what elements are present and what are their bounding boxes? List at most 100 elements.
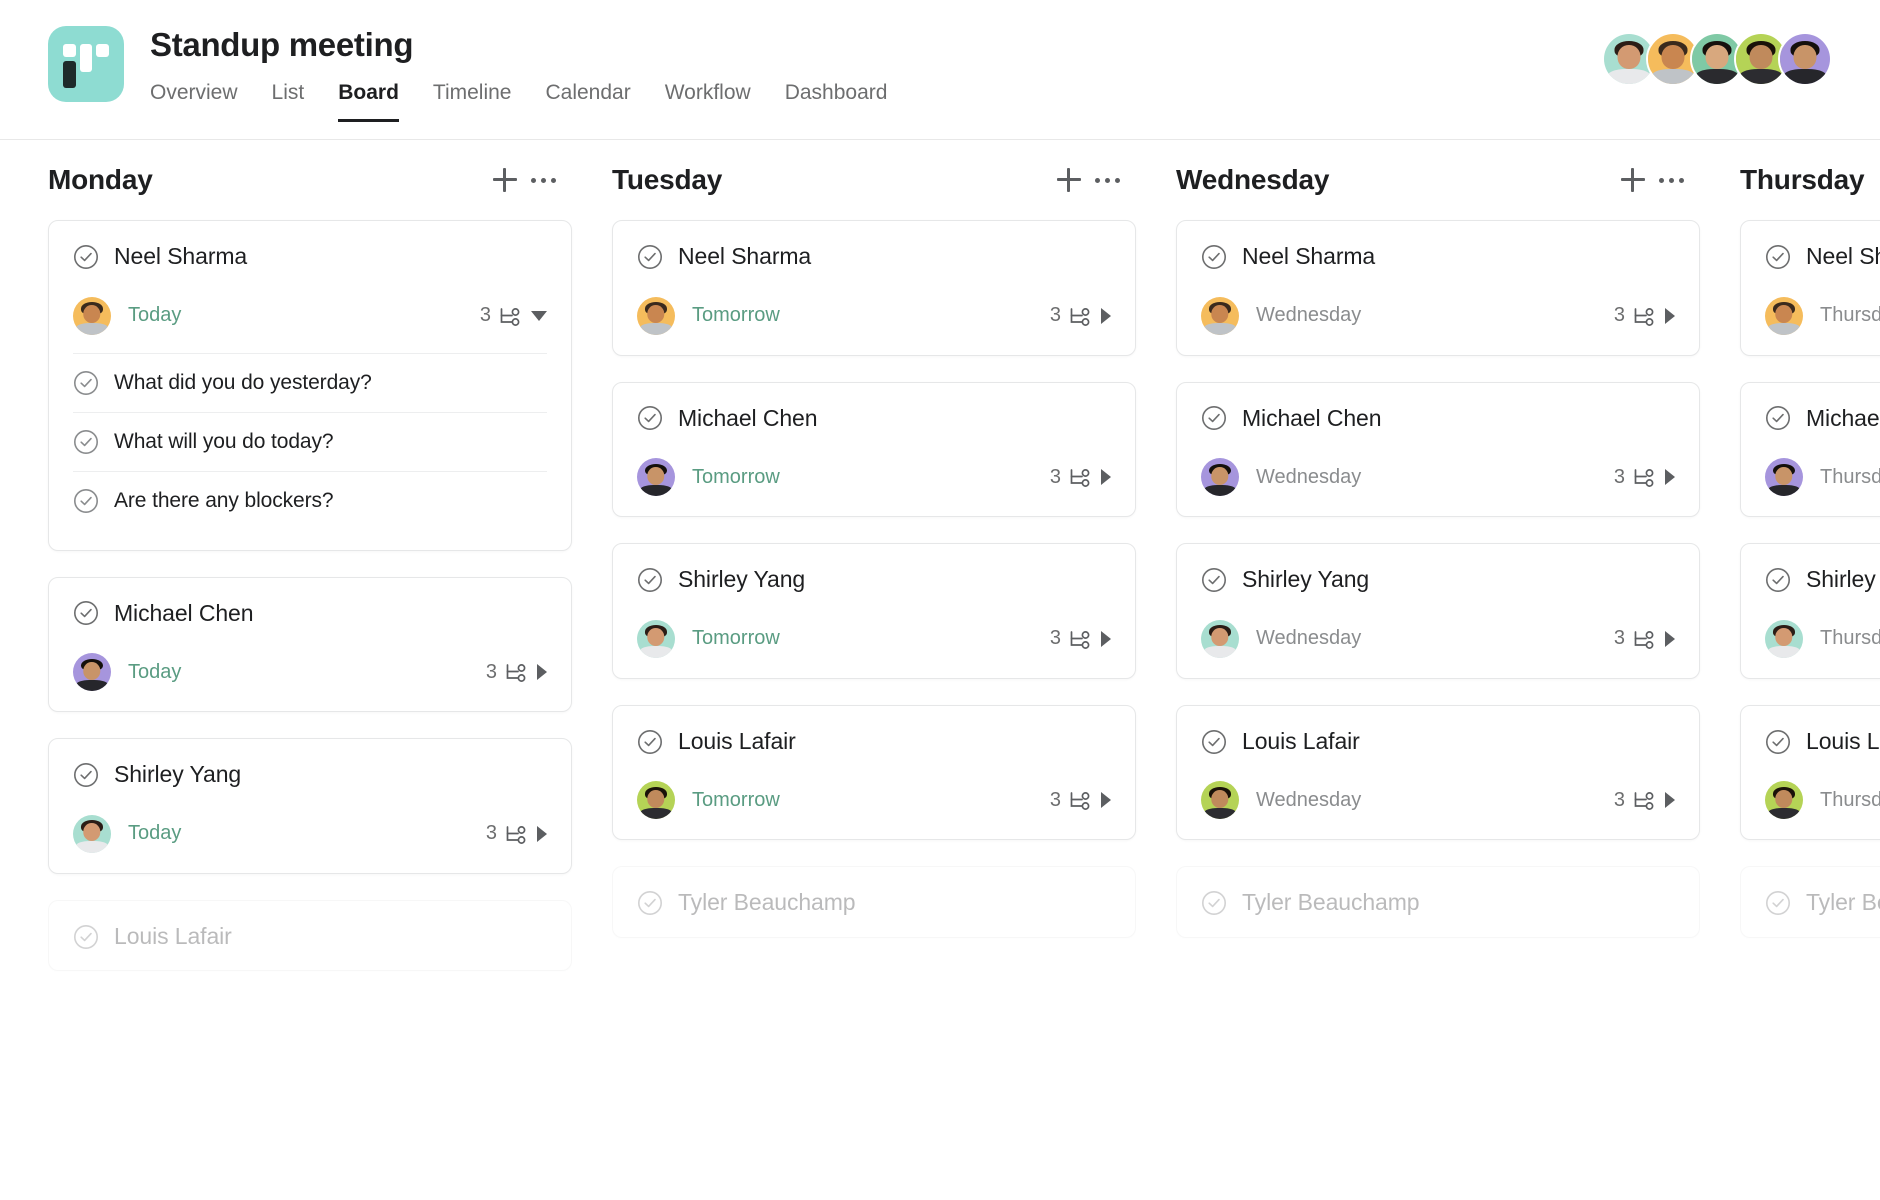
chevron-right-icon[interactable] [1665, 307, 1675, 324]
assignee-avatar[interactable] [1201, 781, 1239, 820]
subtask-summary[interactable]: 3 [1050, 627, 1111, 650]
assignee-avatar[interactable] [637, 458, 675, 497]
complete-task-icon[interactable] [637, 890, 663, 916]
subtask-summary[interactable]: 3 [480, 304, 547, 327]
tab-board[interactable]: Board [338, 77, 399, 122]
task-card[interactable]: Michael Chen Wednesday 3 [1176, 381, 1700, 518]
due-date[interactable]: Thursday [1820, 466, 1880, 489]
complete-task-icon[interactable] [637, 405, 663, 431]
task-card[interactable]: Neel Sharma Thursday3 [1740, 220, 1880, 356]
complete-task-icon[interactable] [1201, 405, 1227, 431]
due-date[interactable]: Tomorrow [692, 304, 780, 327]
task-card[interactable]: Michael Chen Today 3 [48, 576, 572, 713]
due-date[interactable]: Tomorrow [692, 466, 780, 489]
due-date[interactable]: Thursday [1820, 789, 1880, 812]
due-date[interactable]: Wednesday [1256, 627, 1361, 650]
chevron-right-icon[interactable] [1665, 469, 1675, 486]
chevron-right-icon[interactable] [1665, 630, 1675, 647]
task-card[interactable]: Louis Lafair [48, 899, 572, 972]
assignee-avatar[interactable] [637, 781, 675, 820]
add-task-button[interactable] [1614, 161, 1652, 199]
subtask-summary[interactable]: 3 [1614, 789, 1675, 812]
complete-task-icon[interactable] [1765, 729, 1791, 755]
subtask-summary[interactable]: 3 [1050, 304, 1111, 327]
tab-workflow[interactable]: Workflow [665, 77, 751, 122]
complete-task-icon[interactable] [73, 600, 99, 626]
task-card[interactable]: Shirley Yang Wednesday 3 [1176, 543, 1700, 679]
assignee-avatar[interactable] [637, 619, 675, 658]
subtask-row[interactable]: What did you do yesterday? [73, 352, 547, 412]
assignee-avatar[interactable] [637, 296, 675, 335]
due-date[interactable]: Today [128, 661, 181, 684]
due-date[interactable]: Wednesday [1256, 789, 1361, 812]
column-options-button[interactable] [524, 161, 562, 199]
complete-task-icon[interactable] [1201, 729, 1227, 755]
tab-overview[interactable]: Overview [150, 77, 238, 122]
tab-dashboard[interactable]: Dashboard [785, 77, 888, 122]
add-task-button[interactable] [486, 161, 524, 199]
subtask-summary[interactable]: 3 [1614, 304, 1675, 327]
due-date[interactable]: Wednesday [1256, 466, 1361, 489]
chevron-right-icon[interactable] [1101, 630, 1111, 647]
due-date[interactable]: Today [128, 822, 181, 845]
subtask-row[interactable]: Are there any blockers? [73, 470, 547, 530]
assignee-avatar[interactable] [1765, 458, 1803, 497]
task-card[interactable]: Michael Chen Tomorrow 3 [612, 381, 1136, 518]
task-card[interactable]: Neel Sharma Tomorrow 3 [612, 220, 1136, 356]
complete-task-icon[interactable] [1765, 567, 1791, 593]
assignee-avatar[interactable] [1765, 781, 1803, 820]
assignee-avatar[interactable] [1765, 296, 1803, 335]
complete-task-icon[interactable] [637, 567, 663, 593]
subtask-summary[interactable]: 3 [486, 822, 547, 845]
assignee-avatar[interactable] [73, 296, 111, 335]
complete-task-icon[interactable] [73, 370, 99, 396]
complete-task-icon[interactable] [73, 244, 99, 270]
avatar[interactable] [1778, 32, 1832, 86]
complete-task-icon[interactable] [1765, 405, 1791, 431]
subtask-summary[interactable]: 3 [1050, 466, 1111, 489]
complete-task-icon[interactable] [1201, 244, 1227, 270]
subtask-summary[interactable]: 3 [1614, 627, 1675, 650]
subtask-summary[interactable]: 3 [1050, 789, 1111, 812]
due-date[interactable]: Thursday [1820, 627, 1880, 650]
chevron-right-icon[interactable] [1101, 307, 1111, 324]
column-options-button[interactable] [1088, 161, 1126, 199]
tab-timeline[interactable]: Timeline [433, 77, 512, 122]
column-options-button[interactable] [1652, 161, 1690, 199]
complete-task-icon[interactable] [637, 244, 663, 270]
chevron-right-icon[interactable] [537, 825, 547, 842]
complete-task-icon[interactable] [73, 429, 99, 455]
task-card[interactable]: Shirley Yang Tomorrow 3 [612, 543, 1136, 679]
task-card[interactable]: Louis Lafair Tomorrow 3 [612, 704, 1136, 841]
task-card[interactable]: Michael Chen Thursday3 [1740, 381, 1880, 518]
assignee-avatar[interactable] [1765, 619, 1803, 658]
task-card[interactable]: Shirley Yang Thursday3 [1740, 543, 1880, 679]
task-card[interactable]: Louis Lafair Wednesday 3 [1176, 704, 1700, 841]
complete-task-icon[interactable] [73, 488, 99, 514]
due-date[interactable]: Today [128, 304, 181, 327]
task-card[interactable]: Tyler Beauchamp [1176, 866, 1700, 938]
task-card[interactable]: Louis Lafair Thursday3 [1740, 704, 1880, 841]
assignee-avatar[interactable] [1201, 458, 1239, 497]
task-card[interactable]: Neel Sharma Today 3 What did you do yesterd… [48, 220, 572, 551]
tab-calendar[interactable]: Calendar [545, 77, 630, 122]
subtask-row[interactable]: What will you do today? [73, 411, 547, 471]
due-date[interactable]: Tomorrow [692, 789, 780, 812]
assignee-avatar[interactable] [1201, 619, 1239, 658]
assignee-avatar[interactable] [73, 814, 111, 853]
chevron-right-icon[interactable] [1101, 792, 1111, 809]
complete-task-icon[interactable] [73, 762, 99, 788]
chevron-right-icon[interactable] [1665, 792, 1675, 809]
member-avatar-group[interactable] [1602, 32, 1832, 86]
complete-task-icon[interactable] [1765, 890, 1791, 916]
task-card[interactable]: Shirley Yang Today 3 [48, 738, 572, 874]
subtask-summary[interactable]: 3 [486, 661, 547, 684]
add-task-button[interactable] [1050, 161, 1088, 199]
tab-list[interactable]: List [272, 77, 305, 122]
task-card[interactable]: Tyler Beauchamp [612, 866, 1136, 938]
subtask-summary[interactable]: 3 [1614, 466, 1675, 489]
chevron-right-icon[interactable] [1101, 469, 1111, 486]
due-date[interactable]: Tomorrow [692, 627, 780, 650]
due-date[interactable]: Thursday [1820, 304, 1880, 327]
complete-task-icon[interactable] [73, 924, 99, 950]
